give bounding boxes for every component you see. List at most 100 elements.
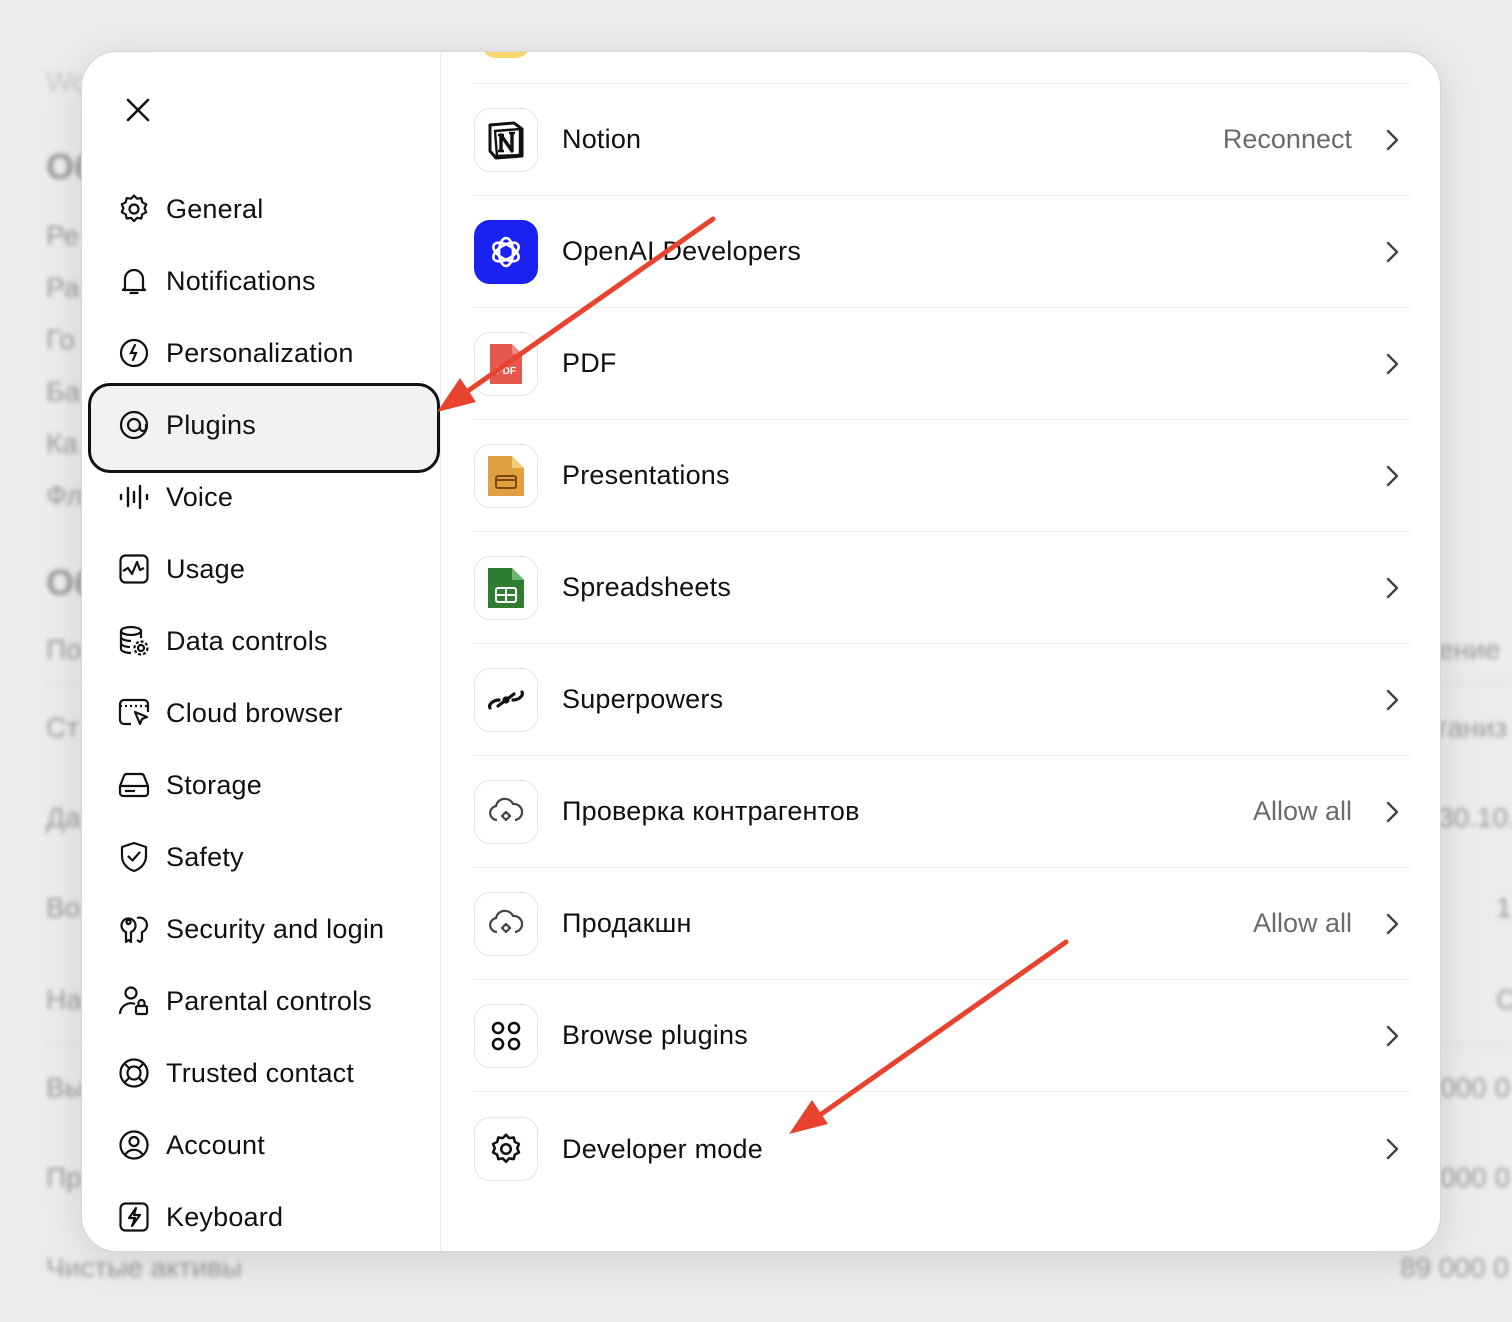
bg-text: Ка	[46, 428, 78, 459]
plugin-name: Superpowers	[562, 684, 724, 714]
bg-text: С	[1496, 984, 1512, 1015]
account-icon	[116, 1127, 152, 1163]
keyboard-bolt-icon	[116, 1199, 152, 1235]
plugin-status-allow-all[interactable]: Allow all	[1253, 908, 1352, 939]
chevron-right-icon	[1380, 464, 1404, 488]
sidebar-item-label: Voice	[166, 481, 234, 512]
bg-text: ганиз	[1438, 712, 1508, 743]
plugin-name: Продакшн	[562, 908, 692, 938]
close-icon	[126, 98, 150, 122]
bg-text: Ра	[46, 272, 80, 303]
settings-nav: General Notifications Personalization Pl…	[82, 173, 441, 1251]
sidebar-item-keyboard[interactable]: Keyboard	[82, 1181, 441, 1251]
plugin-row-pdf[interactable]: PDF PDF	[474, 308, 1410, 420]
pdf-file-icon: PDF	[474, 331, 538, 396]
close-button[interactable]	[116, 88, 160, 132]
cloud-plugin-icon	[474, 779, 538, 844]
bg-text: Ст	[46, 712, 80, 743]
sidebar-item-trusted-contact[interactable]: Trusted contact	[82, 1037, 441, 1109]
sidebar-item-parental-controls[interactable]: Parental controls	[82, 965, 441, 1037]
settings-modal: General Notifications Personalization Pl…	[81, 51, 1441, 1252]
cloud-browser-icon	[116, 695, 152, 731]
sidebar-item-data-controls[interactable]: Data controls	[82, 605, 441, 677]
sidebar-item-label: Trusted contact	[166, 1057, 355, 1088]
person-lock-icon	[116, 983, 152, 1019]
sidebar-item-usage[interactable]: Usage	[82, 533, 441, 605]
sidebar-item-label: Account	[166, 1129, 265, 1160]
sidebar-item-label: Security and login	[166, 913, 385, 944]
sidebar-item-label: General	[166, 193, 264, 224]
bg-text: Фл	[46, 480, 83, 511]
bg-text: Ба	[46, 376, 80, 407]
voice-waveform-icon	[116, 479, 152, 515]
sidebar-item-label: Safety	[166, 841, 244, 872]
plugin-name: Notion	[562, 124, 642, 154]
chevron-right-icon	[1380, 1137, 1404, 1161]
chevron-right-icon	[1380, 240, 1404, 264]
plugin-row-browse-plugins[interactable]: Browse plugins	[474, 980, 1410, 1092]
bg-text: 89 000 0	[1400, 1252, 1509, 1283]
settings-sidebar: General Notifications Personalization Pl…	[82, 52, 441, 1251]
plugin-row-notion[interactable]: Notion Reconnect	[474, 84, 1410, 196]
sidebar-item-voice[interactable]: Voice	[82, 461, 441, 533]
sidebar-item-security-and-login[interactable]: Security and login	[82, 893, 441, 965]
sidebar-item-label: Data controls	[166, 625, 328, 656]
bg-text: 30.10.	[1438, 802, 1512, 833]
sidebar-item-cloud-browser[interactable]: Cloud browser	[82, 677, 441, 749]
chevron-right-icon	[1380, 576, 1404, 600]
sidebar-item-label: Usage	[166, 553, 246, 584]
bell-icon	[116, 263, 152, 299]
plugin-row-developer-mode[interactable]: Developer mode	[474, 1093, 1410, 1205]
sidebar-item-storage[interactable]: Storage	[82, 749, 441, 821]
bg-text: Да	[46, 802, 81, 833]
bg-text: 000 0	[1440, 1072, 1511, 1103]
plugin-status-reconnect[interactable]: Reconnect	[1223, 124, 1352, 155]
plugin-name: Spreadsheets	[562, 572, 732, 602]
plugin-row-superpowers[interactable]: Superpowers	[474, 644, 1410, 756]
grid-circles-icon	[474, 1003, 538, 1068]
bg-text: 1	[1496, 892, 1512, 923]
plugin-name: PDF	[562, 348, 617, 378]
plugin-row-proverka-kontragentov[interactable]: Проверка контрагентов Allow all	[474, 756, 1410, 868]
chevron-right-icon	[1380, 912, 1404, 936]
sidebar-item-general[interactable]: General	[82, 173, 441, 245]
sidebar-item-safety[interactable]: Safety	[82, 821, 441, 893]
presentations-icon	[474, 443, 538, 508]
bg-text: На	[46, 984, 82, 1015]
bg-text: Го	[46, 324, 75, 355]
svg-text:PDF: PDF	[496, 366, 516, 377]
sidebar-item-account[interactable]: Account	[82, 1109, 441, 1181]
plugin-name: Проверка контрагентов	[562, 796, 860, 826]
sidebar-item-personalization[interactable]: Personalization	[82, 317, 441, 389]
bg-text: Пр	[46, 1162, 82, 1193]
usage-chart-icon	[116, 551, 152, 587]
openai-logo-icon	[474, 219, 538, 284]
sidebar-item-label: Cloud browser	[166, 697, 343, 728]
plugin-status-allow-all[interactable]: Allow all	[1253, 796, 1352, 827]
sidebar-item-label: Notifications	[166, 265, 316, 296]
chevron-right-icon	[1380, 800, 1404, 824]
shield-check-icon	[116, 839, 152, 875]
chevron-right-icon	[1380, 128, 1404, 152]
bg-text: ение	[1438, 634, 1501, 665]
bg-text: Чистые активы	[46, 1252, 243, 1283]
plugins-icon	[116, 407, 152, 443]
sidebar-item-label: Storage	[166, 769, 262, 800]
plugin-row-openai-developers[interactable]: OpenAI Developers	[474, 196, 1410, 308]
lifebuoy-icon	[116, 1055, 152, 1091]
chevron-right-icon	[1380, 1024, 1404, 1048]
sidebar-item-notifications[interactable]: Notifications	[82, 245, 441, 317]
cloud-plugin-icon	[474, 891, 538, 956]
gear-icon	[474, 1117, 538, 1181]
sidebar-item-label: Parental controls	[166, 985, 373, 1016]
sidebar-item-plugins[interactable]: Plugins	[82, 383, 441, 473]
sidebar-item-label: Personalization	[166, 337, 354, 368]
bg-text: Вы	[46, 1072, 85, 1103]
plugin-row-prodakshn[interactable]: Продакшн Allow all	[474, 868, 1410, 980]
database-gear-icon	[116, 623, 152, 659]
plugin-row-spreadsheets[interactable]: Spreadsheets	[474, 532, 1410, 644]
plugin-row-presentations[interactable]: Presentations	[474, 420, 1410, 532]
notion-logo-icon	[474, 107, 538, 172]
personalization-icon	[116, 335, 152, 371]
bg-text: 000 0	[1440, 1162, 1511, 1193]
